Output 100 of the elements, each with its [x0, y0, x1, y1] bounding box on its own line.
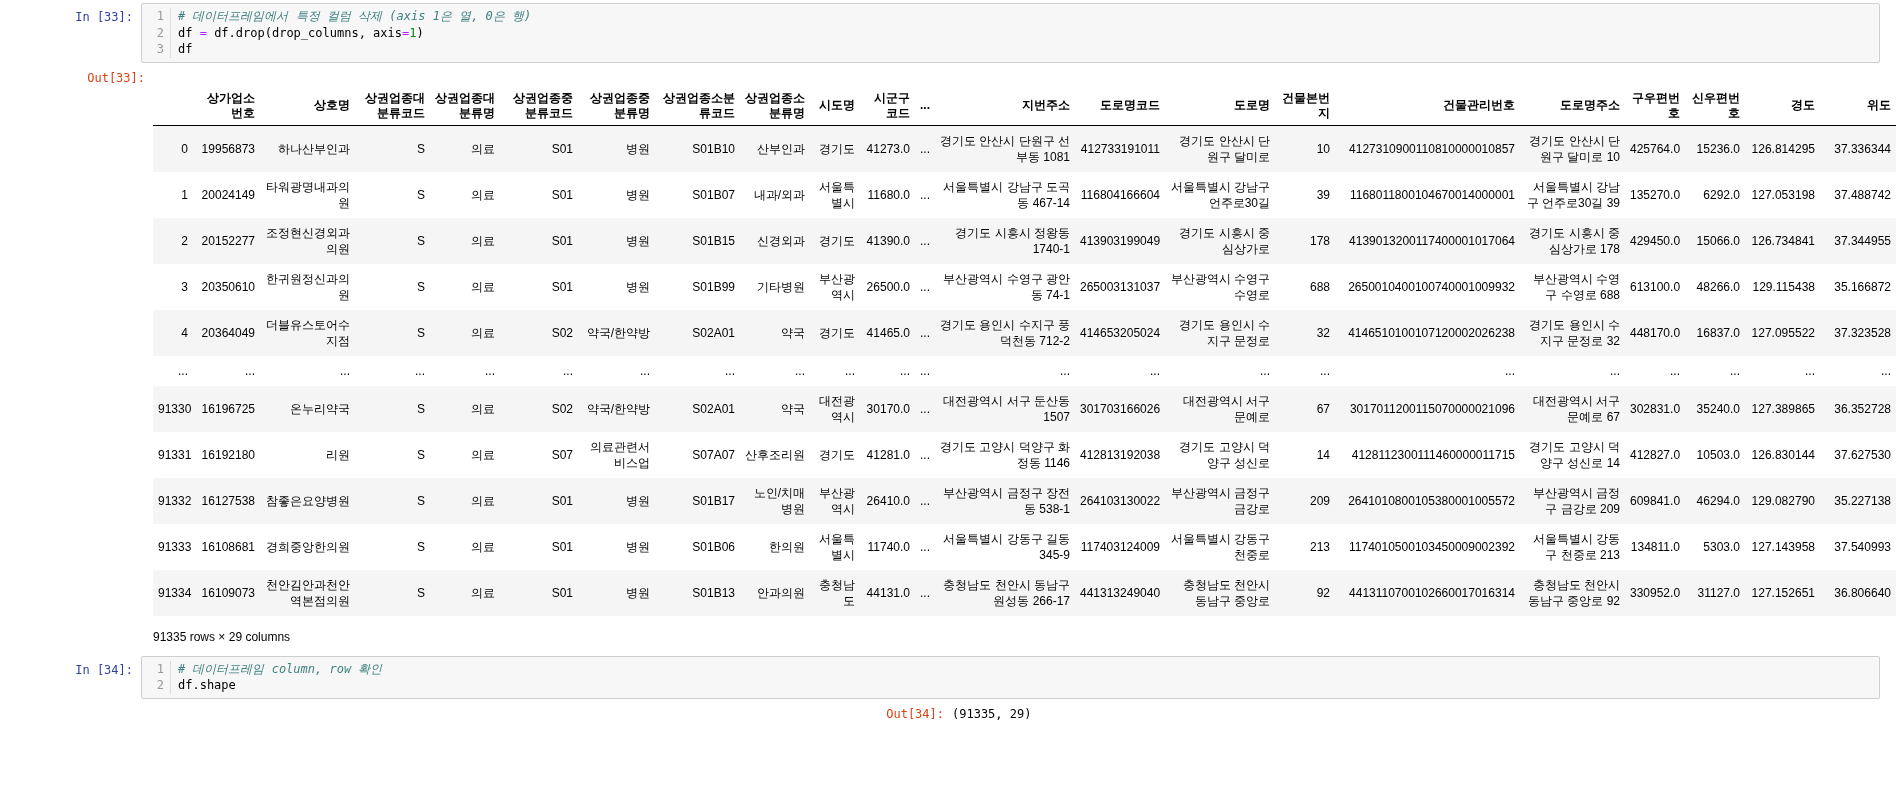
table-cell: 하나산부인과	[260, 125, 355, 172]
table-cell: 127.143958	[1745, 523, 1820, 570]
table-cell: 127.095522	[1745, 309, 1820, 356]
code-cell[interactable]: 1 2 3 # 데이터프레임에서 특정 컬럼 삭제 (axis 1은 열, 0은 행) df = df.drop(drop_columns, axis=1) df	[141, 3, 1880, 63]
table-cell: 부산광역시	[810, 477, 860, 524]
table-cell: ...	[1075, 355, 1165, 386]
table-cell: 35240.0	[1685, 385, 1745, 432]
table-cell: 산부인과	[740, 125, 810, 172]
table-cell: 서울특별시 강남구 언주로30길	[1165, 171, 1275, 218]
table-cell: 414653205024	[1075, 309, 1165, 356]
table-cell: 대전광역시 서구 둔산동 1507	[935, 385, 1075, 432]
table-cell: 26500.0	[860, 263, 915, 310]
table-cell: 약국/한약방	[578, 309, 655, 356]
row-index: 1	[153, 171, 193, 218]
table-cell: 213	[1275, 523, 1335, 570]
table-cell: 경기도 안산시 단원구 달미로 10	[1520, 125, 1625, 172]
table-cell: 경기도 시흥시 정왕동 1740-1	[935, 217, 1075, 264]
table-cell: ...	[915, 217, 935, 264]
row-index: 91333	[153, 523, 193, 570]
table-cell: 448170.0	[1625, 309, 1685, 356]
table-cell: 10	[1275, 125, 1335, 172]
line-number: 1	[155, 660, 164, 677]
table-cell: 1174010500103450009002392	[1335, 523, 1520, 570]
table-cell: 129.082790	[1745, 477, 1820, 524]
table-cell: 41390.0	[860, 217, 915, 264]
code-cell[interactable]: 1 2 # 데이터프레임 column, row 확인 df.shape	[141, 655, 1880, 699]
table-cell: 37.540993	[1820, 523, 1896, 570]
table-cell: 16108681	[193, 523, 260, 570]
table-cell: 609841.0	[1625, 477, 1685, 524]
table-cell: 부산광역시 수영구 수영로	[1165, 263, 1275, 310]
table-cell: 209	[1275, 477, 1335, 524]
row-index: 91332	[153, 477, 193, 524]
table-cell: ...	[1275, 355, 1335, 386]
table-cell: 15066.0	[1685, 217, 1745, 264]
table-cell: 20152277	[193, 217, 260, 264]
table-cell: 노인/치매병원	[740, 477, 810, 524]
table-cell: 한의원	[740, 523, 810, 570]
table-cell: ...	[1745, 355, 1820, 386]
table-cell: 15236.0	[1685, 125, 1745, 172]
table-cell: 의료	[430, 431, 500, 478]
table-cell: 36.806640	[1820, 569, 1896, 616]
table-cell: S01	[500, 171, 578, 218]
output-text: (91335, 29)	[952, 705, 1033, 721]
table-cell: S	[355, 171, 430, 218]
table-cell: 1168011800104670014000001	[1335, 171, 1520, 218]
table-cell: 경기도 안산시 단원구 선부동 1081	[935, 125, 1075, 172]
table-cell: S01B99	[655, 263, 740, 310]
table-cell: 약국	[740, 385, 810, 432]
table-cell: 부산광역시 금정구 금강로	[1165, 477, 1275, 524]
table-cell: ...	[915, 125, 935, 172]
column-header: 도로명주소	[1520, 86, 1625, 125]
table-cell: 117403124009	[1075, 523, 1165, 570]
row-index: ...	[153, 355, 193, 386]
table-cell: 413903199049	[1075, 217, 1165, 264]
table-cell: 경기도 용인시 수지구 풍덕천동 712-2	[935, 309, 1075, 356]
table-cell: 41281.0	[860, 431, 915, 478]
column-header: 상호명	[260, 86, 355, 125]
table-cell: 병원	[578, 477, 655, 524]
table-cell: 경기도	[810, 125, 860, 172]
table-cell: S01B07	[655, 171, 740, 218]
column-header: 도로명코드	[1075, 86, 1165, 125]
table-cell: 의료	[430, 523, 500, 570]
table-cell: 4128112300111460000011715	[1335, 431, 1520, 478]
table-cell: S	[355, 523, 430, 570]
table-cell: 35.166872	[1820, 263, 1896, 310]
table-cell: 서울특별시 강남구 언주로30길 39	[1520, 171, 1625, 218]
table-cell: 16196725	[193, 385, 260, 432]
table-cell: 대전광역시 서구 문예로 67	[1520, 385, 1625, 432]
table-cell: 37.323528	[1820, 309, 1896, 356]
table-cell: ...	[1625, 355, 1685, 386]
table-cell: ...	[430, 355, 500, 386]
table-cell: ...	[655, 355, 740, 386]
table-cell: 265003131037	[1075, 263, 1165, 310]
table-cell: 20024149	[193, 171, 260, 218]
table-cell: 44131.0	[860, 569, 915, 616]
table-cell: 16127538	[193, 477, 260, 524]
table-cell: 충청남도	[810, 569, 860, 616]
table-cell: 부산광역시	[810, 263, 860, 310]
table-cell: 129.115438	[1745, 263, 1820, 310]
table-cell: 부산광역시 금정구 장전동 538-1	[935, 477, 1075, 524]
table-cell: 약국/한약방	[578, 385, 655, 432]
table-cell: ...	[1520, 355, 1625, 386]
table-cell: 135270.0	[1625, 171, 1685, 218]
table-cell: 126.734841	[1745, 217, 1820, 264]
table-cell: 301703166026	[1075, 385, 1165, 432]
table-cell: 경기도 시흥시 중심상가로 178	[1520, 217, 1625, 264]
table-cell: 41465.0	[860, 309, 915, 356]
table-cell: 경기도	[810, 309, 860, 356]
table-cell: ...	[193, 355, 260, 386]
table-cell: 충청남도 천안시 동남구 중앙로	[1165, 569, 1275, 616]
table-cell: 의료관련서비스업	[578, 431, 655, 478]
row-index: 2	[153, 217, 193, 264]
table-cell: 병원	[578, 125, 655, 172]
column-header: 위도	[1820, 86, 1896, 125]
table-cell: 더블유스토어수지점	[260, 309, 355, 356]
table-cell: 의료	[430, 569, 500, 616]
table-cell: S01	[500, 217, 578, 264]
table-cell: 46294.0	[1685, 477, 1745, 524]
row-index: 4	[153, 309, 193, 356]
table-cell: 37.336344	[1820, 125, 1896, 172]
